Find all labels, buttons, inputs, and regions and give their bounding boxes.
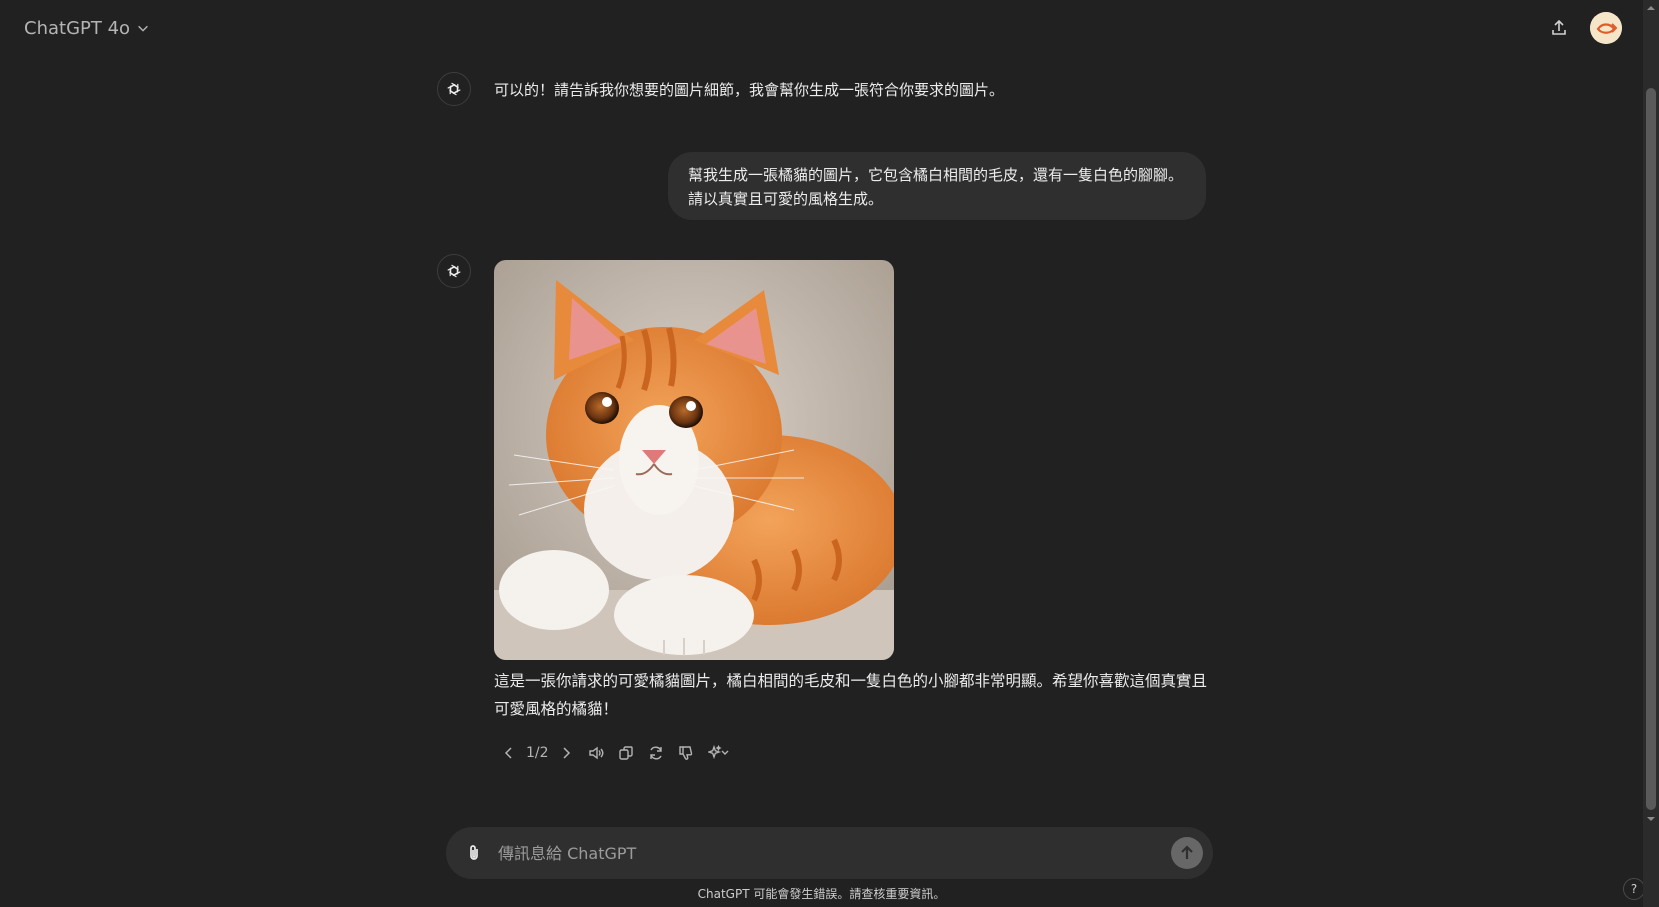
read-aloud-icon [588,746,603,760]
generated-cat-image[interactable] [494,260,894,660]
paperclip-icon [470,845,478,860]
response-pager: 1/2 [526,745,549,761]
user-avatar-icon [1590,12,1622,44]
share-upload-icon [1552,19,1566,35]
arrow-up-icon [1181,845,1193,859]
change-model-button[interactable] [701,741,737,765]
scroll-down-icon[interactable] [1647,815,1655,823]
chevron-left-icon [504,747,512,759]
scrollbar[interactable] [1643,0,1659,907]
cat-illustration [494,260,894,660]
copy-icon [618,746,633,760]
message-composer [446,827,1213,879]
assistant-avatar [437,254,471,288]
scrollbar-thumb[interactable] [1646,88,1656,810]
bad-response-button[interactable] [671,741,701,765]
model-name: ChatGPT 4o [24,17,131,39]
avatar[interactable] [1590,12,1622,44]
user-message-bubble: 幫我生成一張橘貓的圖片，它包含橘白相間的毛皮，還有一隻白色的腳腳。請以真實且可愛… [668,152,1206,220]
copy-button[interactable] [611,741,641,765]
openai-logo-icon [447,264,461,278]
assistant-message: 這是一張你請求的可愛橘貓圖片，橘白相間的毛皮和一隻白色的小腳都非常明顯。希望你喜… [494,672,1208,718]
regenerate-icon [649,746,662,760]
message-actions: 1/2 [494,741,737,765]
assistant-message: 可以的！請告訴我你想要的圖片細節，我會幫你生成一張符合你要求的圖片。 [494,81,1005,99]
help-button[interactable]: ? [1623,878,1645,900]
share-button[interactable] [1543,12,1575,44]
next-response-button[interactable] [551,741,581,765]
sparkle-model-icon [707,745,729,760]
message-input[interactable] [498,835,1138,871]
thumbs-down-icon [678,746,692,760]
scroll-up-icon[interactable] [1647,4,1655,12]
chevron-down-icon [138,25,148,32]
chevron-right-icon [563,747,570,759]
read-aloud-button[interactable] [581,741,611,765]
disclaimer-text: ChatGPT 可能會發生錯誤。請查核重要資訊。 [697,887,946,901]
top-bar: ChatGPT 4o [0,0,1643,56]
previous-response-button[interactable] [494,741,524,765]
send-button[interactable] [1171,837,1203,869]
assistant-avatar [437,72,471,106]
model-switcher[interactable]: ChatGPT 4o [16,12,158,44]
regenerate-button[interactable] [641,741,671,765]
attach-button[interactable] [462,841,486,865]
openai-logo-icon [447,82,461,96]
